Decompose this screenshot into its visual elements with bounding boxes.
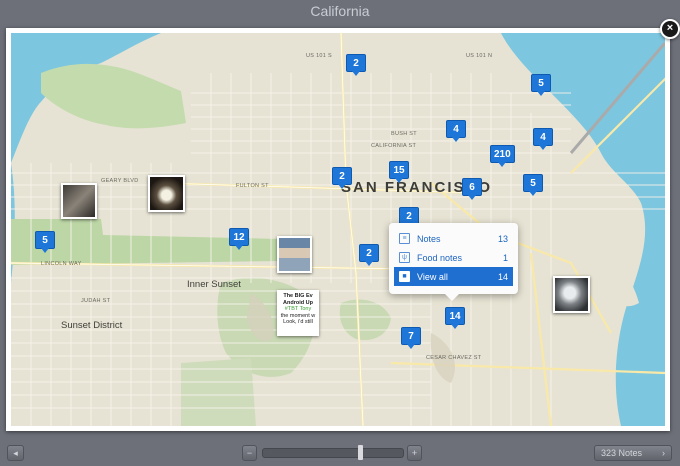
zoom-in-button[interactable]: +	[407, 445, 422, 461]
map-pin[interactable]: 12	[229, 228, 249, 250]
popover-row-food-notes[interactable]: ψ Food notes 1	[394, 248, 513, 267]
street-label: GEARY BLVD	[101, 178, 139, 184]
chevron-right-icon: ›	[662, 448, 665, 458]
notes-count-label: 323 Notes	[601, 448, 643, 458]
popover-row-label: View all	[417, 271, 448, 282]
map-pin[interactable]: 2	[346, 54, 366, 76]
street-label: JUDAH ST	[81, 298, 111, 304]
street-label: US 101 S	[306, 53, 332, 59]
zoom-slider-thumb[interactable]	[358, 445, 363, 460]
view-all-icon: ■	[399, 271, 410, 282]
notes-count-button[interactable]: 323 Notes ›	[594, 445, 672, 461]
map-pin[interactable]: 14	[445, 307, 465, 329]
street-label: CESAR CHAVEZ ST	[426, 355, 482, 361]
prev-button[interactable]: ◂	[7, 445, 24, 461]
street-label: CALIFORNIA ST	[371, 143, 417, 149]
street-label: LINCOLN WAY	[41, 261, 82, 267]
map-pin[interactable]: 5	[35, 231, 55, 253]
map-pin[interactable]: 15	[389, 161, 409, 183]
map-pin[interactable]: 210	[490, 145, 515, 167]
popover-row-count: 13	[497, 233, 508, 244]
zoom-slider[interactable]	[262, 448, 404, 458]
map-pin[interactable]: 5	[531, 74, 551, 96]
map-pin[interactable]: 7	[401, 327, 421, 349]
note-card-line: Look, i'd still	[283, 319, 313, 325]
zoom-out-button[interactable]: −	[242, 445, 257, 461]
photo-thumbnail[interactable]	[553, 276, 590, 313]
note-card-line: The BIG Ev	[283, 293, 313, 299]
cluster-popover: ≡ Notes 13 ψ Food notes 1 ■ View all 14	[389, 223, 518, 301]
district-label-inner-sunset: Inner Sunset	[187, 279, 241, 290]
photo-thumbnail[interactable]	[148, 175, 185, 212]
photo-thumbnail[interactable]	[61, 183, 97, 219]
street-label: US 101 N	[466, 53, 493, 59]
map-frame: SAN FRANCISCO Inner Sunset Sunset Distri…	[6, 28, 670, 431]
window-title: California	[310, 3, 370, 19]
street-label: BUSH ST	[391, 131, 417, 137]
popover-row-label: Food notes	[417, 252, 463, 263]
map-pin[interactable]: 4	[446, 120, 466, 142]
map-pin[interactable]: 2	[332, 167, 352, 189]
bottom-toolbar: ◂ − + 323 Notes ›	[0, 440, 680, 466]
popover-row-count: 1	[502, 252, 508, 263]
map-base	[11, 33, 665, 426]
popover-row-view-all[interactable]: ■ View all 14	[394, 267, 513, 286]
popover-row-label: Notes	[417, 233, 441, 244]
map-pin[interactable]: 5	[523, 174, 543, 196]
map-pin[interactable]: 6	[462, 178, 482, 200]
street-label: FULTON ST	[236, 183, 269, 189]
map-pin[interactable]: 2	[359, 244, 379, 266]
map-view[interactable]: SAN FRANCISCO Inner Sunset Sunset Distri…	[11, 33, 665, 426]
popover-row-count: 14	[497, 271, 508, 282]
close-button[interactable]: ×	[660, 19, 680, 39]
note-card[interactable]: The BIG Ev Android Up #TBT Tony the mome…	[277, 290, 319, 336]
notes-icon: ≡	[399, 233, 410, 244]
district-label-sunset: Sunset District	[61, 320, 123, 331]
food-notes-icon: ψ	[399, 252, 410, 263]
map-pin[interactable]: 4	[533, 128, 553, 150]
popover-row-notes[interactable]: ≡ Notes 13	[394, 229, 513, 248]
photo-thumbnail[interactable]	[277, 236, 312, 273]
